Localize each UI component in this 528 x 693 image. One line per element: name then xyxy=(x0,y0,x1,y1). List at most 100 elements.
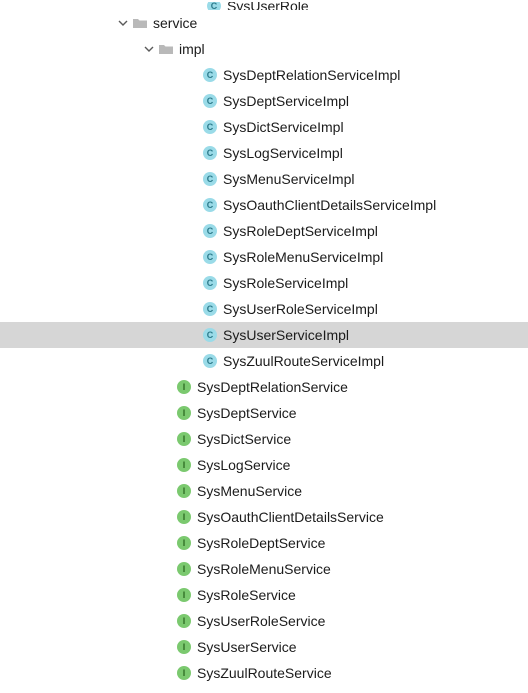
svg-text:C: C xyxy=(207,70,214,80)
svg-text:C: C xyxy=(207,148,214,158)
tree-item-label: SysRoleDeptService xyxy=(197,530,325,556)
svg-text:C: C xyxy=(207,252,214,262)
svg-text:I: I xyxy=(183,590,186,600)
svg-text:I: I xyxy=(183,616,186,626)
impl-children-container: C SysDeptRelationServiceImpl C SysDeptServi… xyxy=(0,62,528,374)
tree-item-interface[interactable]: I SysDictService xyxy=(0,426,528,452)
tree-item-label: SysUserRoleService xyxy=(197,608,325,634)
tree-item-interface[interactable]: ISysDeptRelationService xyxy=(0,374,528,400)
tree-item-label: SysDeptRelationServiceImpl xyxy=(223,62,400,88)
interface-icon: I xyxy=(176,665,192,681)
tree-item-interface[interactable]: I SysZuulRouteService xyxy=(0,660,528,686)
tree-item-label: SysRoleMenuServiceImpl xyxy=(223,244,383,270)
folder-icon xyxy=(158,41,174,57)
class-icon: C xyxy=(202,145,218,161)
tree-item-label: impl xyxy=(179,36,205,62)
chevron-down-icon[interactable] xyxy=(116,18,130,28)
tree-item-interface[interactable]: ISysDeptService xyxy=(0,400,528,426)
svg-text:C: C xyxy=(207,226,214,236)
class-icon: C xyxy=(202,249,218,265)
tree-item-class[interactable]: C SysDeptServiceImpl xyxy=(0,88,528,114)
tree-item-class[interactable]: CSysRoleDeptServiceImpl xyxy=(0,218,528,244)
tree-item-interface[interactable]: I SysMenuService xyxy=(0,478,528,504)
svg-text:C: C xyxy=(207,278,214,288)
class-icon: C xyxy=(202,197,218,213)
tree-item-interface[interactable]: I SysRoleService xyxy=(0,582,528,608)
tree-item-class[interactable]: C SysOauthClientDetailsServiceImpl xyxy=(0,192,528,218)
tree-item-label: SysLogService xyxy=(197,452,290,478)
tree-folder-service[interactable]: service xyxy=(0,10,528,36)
svg-text:I: I xyxy=(183,668,186,678)
interface-icon: I xyxy=(176,639,192,655)
tree-item-class[interactable]: C SysMenuServiceImpl xyxy=(0,166,528,192)
tree-item-label: SysDictService xyxy=(197,426,291,452)
class-icon: C xyxy=(202,327,218,343)
class-icon: C xyxy=(202,223,218,239)
class-icon: C xyxy=(202,67,218,83)
class-icon: C xyxy=(202,275,218,291)
tree-item-label: SysDeptServiceImpl xyxy=(223,88,349,114)
tree-item-label: SysZuulRouteService xyxy=(197,660,332,686)
interface-icon: I xyxy=(176,431,192,447)
tree-item-class[interactable]: C SysRoleMenuServiceImpl xyxy=(0,244,528,270)
svg-text:C: C xyxy=(207,122,214,132)
interface-icon: I xyxy=(176,379,192,395)
tree-item-interface[interactable]: I SysLogService xyxy=(0,452,528,478)
svg-text:I: I xyxy=(183,538,186,548)
tree-item-class[interactable]: C SysUserRoleServiceImpl xyxy=(0,296,528,322)
tree-item-class[interactable]: C SysLogServiceImpl xyxy=(0,140,528,166)
interface-icon: I xyxy=(176,509,192,525)
tree-item-label: service xyxy=(153,10,197,36)
svg-text:C: C xyxy=(207,330,214,340)
tree-item-class[interactable]: C SysRoleServiceImpl xyxy=(0,270,528,296)
svg-text:I: I xyxy=(183,434,186,444)
tree-item-interface[interactable]: I SysRoleDeptService xyxy=(0,530,528,556)
class-icon: C xyxy=(202,119,218,135)
class-icon: C xyxy=(202,353,218,369)
tree-item-label: SysZuulRouteServiceImpl xyxy=(223,348,384,374)
tree-item-class[interactable]: C SysZuulRouteServiceImpl xyxy=(0,348,528,374)
svg-text:I: I xyxy=(183,382,186,392)
class-icon: C xyxy=(202,301,218,317)
tree-row-partial-top[interactable]: C SysUserRole xyxy=(0,2,528,10)
folder-icon xyxy=(132,15,148,31)
svg-text:I: I xyxy=(183,564,186,574)
class-icon: C xyxy=(202,93,218,109)
tree-item-class[interactable]: CSysUserServiceImpl xyxy=(0,322,528,348)
interface-icon: I xyxy=(176,613,192,629)
svg-text:C: C xyxy=(207,304,214,314)
tree-item-interface[interactable]: I SysOauthClientDetailsService xyxy=(0,504,528,530)
tree-item-label: SysUserRoleServiceImpl xyxy=(223,296,378,322)
class-icon: C xyxy=(202,171,218,187)
tree-item-label: SysMenuServiceImpl xyxy=(223,166,355,192)
tree-item-interface[interactable]: I SysRoleMenuService xyxy=(0,556,528,582)
tree-item-label: SysDictServiceImpl xyxy=(223,114,344,140)
tree-item-interface[interactable]: I SysUserRoleService xyxy=(0,608,528,634)
svg-text:C: C xyxy=(207,174,214,184)
tree-item-label: SysRoleServiceImpl xyxy=(223,270,348,296)
tree-item-label: SysRoleMenuService xyxy=(197,556,331,582)
interface-icon: I xyxy=(176,457,192,473)
tree-item-class[interactable]: C SysDictServiceImpl xyxy=(0,114,528,140)
svg-text:I: I xyxy=(183,486,186,496)
tree-item-label: SysRoleService xyxy=(197,582,296,608)
chevron-down-icon[interactable] xyxy=(142,44,156,54)
project-tree: C SysUserRole service impl C SysDeptRelat… xyxy=(0,0,528,686)
interface-icon: I xyxy=(176,405,192,421)
svg-text:C: C xyxy=(207,356,214,366)
tree-item-label: SysOauthClientDetailsService xyxy=(197,504,384,530)
tree-folder-impl[interactable]: impl xyxy=(0,36,528,62)
tree-item-label: SysOauthClientDetailsServiceImpl xyxy=(223,192,436,218)
interface-icon: I xyxy=(176,561,192,577)
svg-text:C: C xyxy=(207,96,214,106)
tree-item-label: SysUserRole xyxy=(227,2,309,10)
svg-text:C: C xyxy=(211,2,218,10)
tree-item-class[interactable]: C SysDeptRelationServiceImpl xyxy=(0,62,528,88)
svg-text:I: I xyxy=(183,512,186,522)
tree-item-interface[interactable]: ISysUserService xyxy=(0,634,528,660)
class-icon: C xyxy=(206,2,222,10)
svg-text:C: C xyxy=(207,200,214,210)
tree-item-label: SysMenuService xyxy=(197,478,302,504)
tree-item-label: SysLogServiceImpl xyxy=(223,140,343,166)
svg-text:I: I xyxy=(183,642,186,652)
